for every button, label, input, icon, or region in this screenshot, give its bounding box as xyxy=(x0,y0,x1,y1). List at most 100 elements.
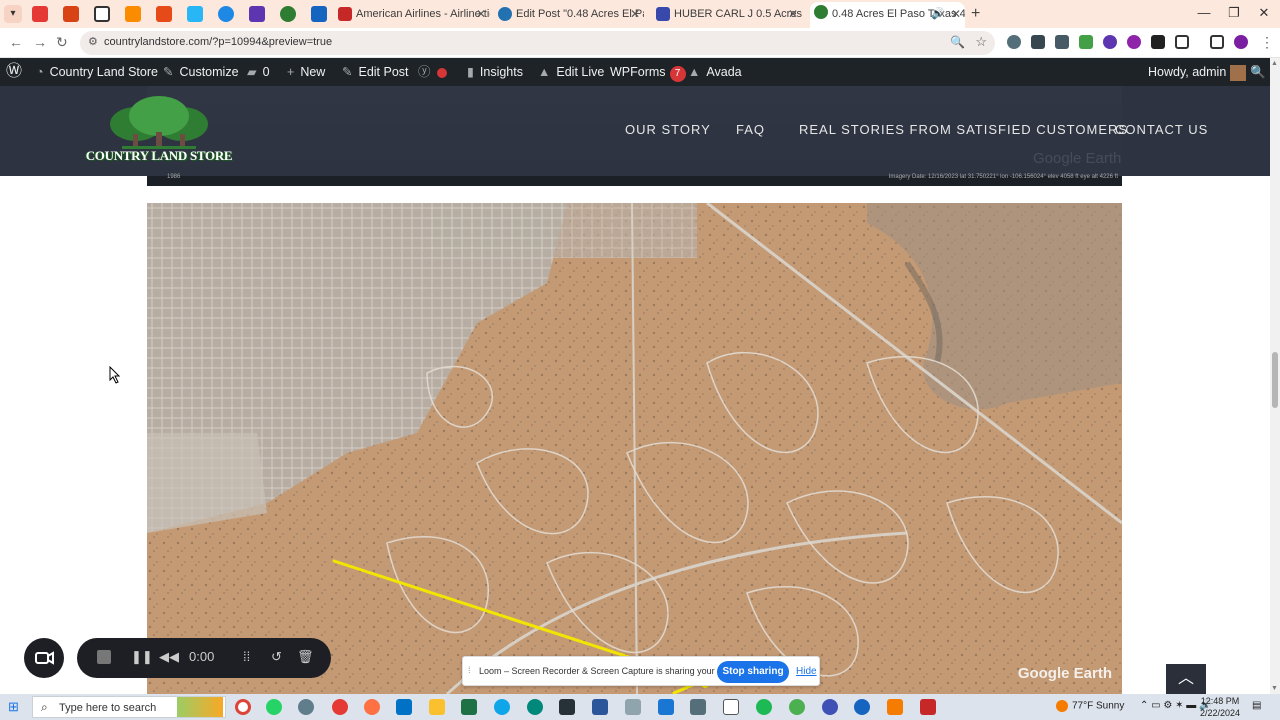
app-icon[interactable] xyxy=(332,699,348,715)
edit-post-link[interactable]: ✎ Edit Post xyxy=(342,58,409,86)
close-icon[interactable]: ✕ xyxy=(788,4,798,24)
pinned-tab-icon[interactable] xyxy=(311,6,327,22)
excel-icon[interactable] xyxy=(461,699,477,715)
restart-icon[interactable]: ↺ xyxy=(271,649,282,665)
app-icon[interactable] xyxy=(887,699,903,715)
spotify-icon[interactable] xyxy=(756,699,772,715)
page-scrollbar[interactable]: ▲ ▼ xyxy=(1270,58,1280,694)
extension-icon[interactable] xyxy=(1103,35,1117,49)
scroll-to-top-button[interactable]: ︿ xyxy=(1166,664,1206,694)
reload-icon[interactable]: ↻ xyxy=(56,34,68,51)
word-icon[interactable] xyxy=(592,699,608,715)
app-icon[interactable] xyxy=(298,699,314,715)
pinned-tab-icon[interactable] xyxy=(187,6,203,22)
app-icon[interactable] xyxy=(658,699,674,715)
pinned-tab-icon[interactable] xyxy=(156,6,172,22)
site-logo[interactable]: COUNTRY LAND STORE xyxy=(84,96,234,166)
edit-live-link[interactable]: ▲ Edit Live xyxy=(538,58,604,86)
taskbar-clock[interactable]: 12:48 PM 2/22/2024 xyxy=(1200,695,1240,719)
taskbar-search[interactable]: ⌕ Type here to search xyxy=(32,696,226,718)
app-icon[interactable] xyxy=(625,699,641,715)
minimize-icon[interactable]: — xyxy=(1194,5,1214,20)
stop-sharing-button[interactable]: Stop sharing xyxy=(717,661,789,683)
tab-american-airlines[interactable]: American Airlines - Airline ticke ✕ xyxy=(334,4,490,26)
notepad-icon[interactable] xyxy=(723,699,739,715)
close-window-icon[interactable]: ✕ xyxy=(1254,5,1274,21)
chrome-menu-icon[interactable]: ⋮ xyxy=(1260,34,1274,51)
account-menu[interactable]: Howdy, admin xyxy=(1148,58,1247,86)
trash-icon[interactable]: 🗑 xyxy=(297,649,314,665)
hide-link[interactable]: Hide xyxy=(796,666,817,677)
pinned-tab-icon[interactable] xyxy=(125,6,141,22)
edge-icon[interactable] xyxy=(494,699,510,715)
pinned-tab-icon[interactable] xyxy=(94,6,110,22)
comments-link[interactable]: ▰ 0 xyxy=(247,58,270,86)
speaker-icon[interactable]: 🔊 xyxy=(931,2,945,26)
tab-edit-post[interactable]: Edit Post "0.48 Acres El Paso Te ✕ xyxy=(494,4,644,26)
chrome-icon[interactable] xyxy=(235,699,251,715)
extension-icon[interactable] xyxy=(1127,35,1141,49)
app-icon[interactable] xyxy=(789,699,805,715)
notification-icon[interactable]: ▤ xyxy=(1252,700,1261,711)
app-icon[interactable] xyxy=(559,699,575,715)
nav-real-stories[interactable]: REAL STORIES FROM SATISFIED CUSTOMERS xyxy=(799,122,1128,137)
bookmark-star-icon[interactable]: ☆ xyxy=(975,34,987,50)
outlook-icon[interactable] xyxy=(396,699,412,715)
tab-current-listing[interactable]: 0.48 Acres El Paso Texas 40 🔊 ✕ xyxy=(810,2,965,28)
stop-recording-button[interactable] xyxy=(97,650,111,664)
tab-huber-carl[interactable]: HUBER CARL J 0.5 Acres El Paso ✕ xyxy=(652,4,802,26)
app-icon[interactable] xyxy=(854,699,870,715)
grid-icon[interactable]: ⁞⁞ xyxy=(243,649,250,664)
close-icon[interactable]: ✕ xyxy=(630,4,640,24)
profile-avatar[interactable] xyxy=(1234,35,1248,49)
site-name-link[interactable]: ◔ Country Land Store xyxy=(36,58,158,86)
close-icon[interactable]: ✕ xyxy=(476,4,486,24)
extension-icon[interactable] xyxy=(1055,35,1069,49)
wordpress-logo-icon[interactable]: Ⓦ xyxy=(6,58,22,86)
url-text[interactable]: countrylandstore.com/?p=10994&preview=tr… xyxy=(104,36,332,48)
extension-icon[interactable] xyxy=(1079,35,1093,49)
zoom-icon[interactable]: 🔍 xyxy=(950,35,965,49)
pause-icon[interactable]: ❚❚ xyxy=(131,649,153,665)
side-panel-icon[interactable] xyxy=(1210,35,1224,49)
calculator-icon[interactable] xyxy=(690,699,706,715)
extensions-puzzle-icon[interactable] xyxy=(1175,35,1189,49)
weather-widget[interactable]: 77°F Sunny xyxy=(1056,700,1124,712)
app-icon[interactable] xyxy=(527,699,543,715)
rewind-icon[interactable]: ◀◀ xyxy=(159,649,179,665)
close-icon[interactable]: ✕ xyxy=(951,2,961,26)
extension-icon[interactable] xyxy=(1007,35,1021,49)
scrollbar-thumb[interactable] xyxy=(1272,352,1278,408)
acrobat-icon[interactable] xyxy=(920,699,936,715)
admin-search-icon[interactable]: 🔍 xyxy=(1250,58,1266,86)
nav-our-story[interactable]: OUR STORY xyxy=(625,122,711,137)
yoast-icon[interactable]: ⓨ xyxy=(418,58,447,86)
pinned-tab-icon[interactable] xyxy=(218,6,234,22)
new-tab-icon[interactable]: + xyxy=(971,5,980,23)
pinned-tab-icon[interactable] xyxy=(32,6,48,22)
forward-icon[interactable]: → xyxy=(33,34,47,50)
pinned-tab-icon[interactable] xyxy=(63,6,79,22)
back-icon[interactable]: ← xyxy=(9,34,23,50)
windows-start-icon[interactable]: ⊞ xyxy=(8,699,24,715)
new-content-link[interactable]: + New xyxy=(287,58,325,86)
avada-link[interactable]: ▲ Avada xyxy=(688,58,742,86)
tab-search-icon[interactable]: ▾ xyxy=(4,5,22,23)
pinned-tab-icon[interactable] xyxy=(280,6,296,22)
extension-icon[interactable] xyxy=(1151,35,1165,49)
firefox-icon[interactable] xyxy=(364,699,380,715)
site-info-icon[interactable]: ⚙ xyxy=(88,35,98,48)
insights-link[interactable]: ▮ Insights xyxy=(467,58,523,86)
extension-icon[interactable] xyxy=(1031,35,1045,49)
restore-icon[interactable]: ❐ xyxy=(1224,5,1244,21)
pinned-tab-icon[interactable] xyxy=(249,6,265,22)
customize-link[interactable]: ✎ Customize xyxy=(163,58,239,86)
loom-camera-button[interactable] xyxy=(24,638,64,678)
settings-icon[interactable] xyxy=(822,699,838,715)
whatsapp-icon[interactable] xyxy=(266,699,282,715)
address-bar[interactable]: ⚙ countrylandstore.com/?p=10994&preview=… xyxy=(80,31,995,55)
scroll-up-icon[interactable]: ▲ xyxy=(1271,60,1278,67)
nav-contact-us[interactable]: CONTACT US xyxy=(1115,122,1208,137)
drag-handle-icon[interactable]: ⁞ xyxy=(468,665,471,675)
wpforms-link[interactable]: WPForms 7 xyxy=(610,58,686,86)
